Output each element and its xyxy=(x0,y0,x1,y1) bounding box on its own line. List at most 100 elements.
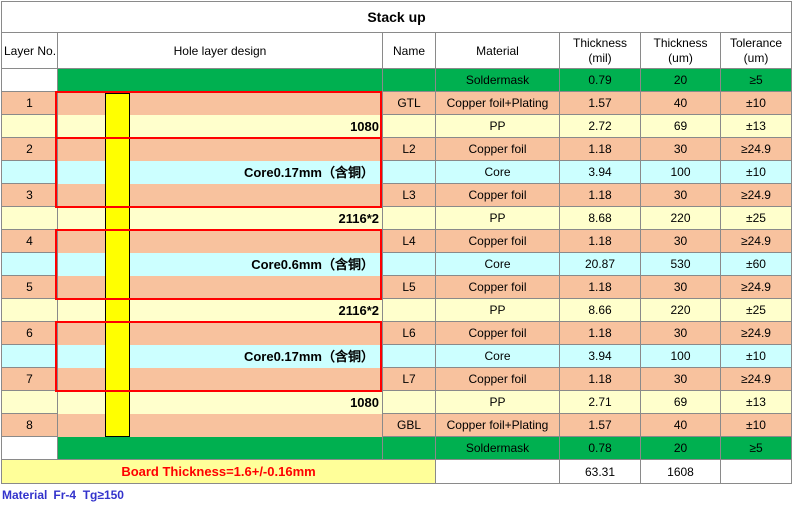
material-cell: Copper foil xyxy=(435,321,560,345)
layer-name-cell: L2 xyxy=(382,137,436,161)
thickness-mil-cell: 8.68 xyxy=(559,206,641,230)
table-row: Soldermask 0.79 20 ≥5 xyxy=(1,68,792,92)
layer-no-cell: 6 xyxy=(1,321,58,345)
thickness-um-cell: 69 xyxy=(640,390,721,414)
footer-blank xyxy=(435,459,560,484)
layer-no-cell: 4 xyxy=(1,229,58,253)
material-cell: Core xyxy=(435,160,560,184)
total-um: 1608 xyxy=(640,459,721,484)
table-row: 5 L5 Copper foil 1.18 30 ≥24.9 xyxy=(1,275,792,299)
thickness-um-cell: 69 xyxy=(640,114,721,138)
layer-no-cell: 8 xyxy=(1,413,58,437)
header-thickness-um: Thickness (um) xyxy=(640,32,721,69)
layer-name-cell: L7 xyxy=(382,367,436,391)
tolerance-cell: ±10 xyxy=(719,160,792,184)
thickness-um-cell: 220 xyxy=(640,206,721,230)
thickness-um-cell: 20 xyxy=(640,436,721,460)
table-row: 2116*2 PP 8.68 220 ±25 xyxy=(1,206,792,230)
layer-name-cell xyxy=(382,160,436,184)
layer-no-cell: 7 xyxy=(1,367,58,391)
tolerance-cell: ≥24.9 xyxy=(719,321,792,345)
total-mil: 63.31 xyxy=(559,459,641,484)
tolerance-cell: ≥24.9 xyxy=(719,275,792,299)
header-material: Material xyxy=(435,32,560,69)
layer-no-cell xyxy=(1,68,58,92)
layer-name-cell xyxy=(382,298,436,322)
hole-design-cell xyxy=(57,91,383,115)
material-note-label: Material xyxy=(2,488,48,502)
header-thickness-um-line1: Thickness xyxy=(653,36,708,50)
header-name: Name xyxy=(382,32,436,69)
header-thickness-um-line2: (um) xyxy=(668,51,693,65)
thickness-mil-cell: 1.18 xyxy=(559,137,641,161)
hole-design-cell xyxy=(57,275,383,299)
header-tolerance-line1: Tolerance xyxy=(730,36,783,50)
hole-design-cell: Core0.17mm（含铜） xyxy=(57,344,383,368)
thickness-um-cell: 30 xyxy=(640,367,721,391)
header-tolerance: Tolerance (um) xyxy=(719,32,792,69)
material-cell: PP xyxy=(435,114,560,138)
material-note-value: Fr-4 Tg≥150 xyxy=(53,488,124,502)
layer-no-cell: 3 xyxy=(1,183,58,207)
thickness-mil-cell: 1.18 xyxy=(559,321,641,345)
table-row: 2 L2 Copper foil 1.18 30 ≥24.9 xyxy=(1,137,792,161)
material-cell: Copper foil xyxy=(435,367,560,391)
table-row: 4 L4 Copper foil 1.18 30 ≥24.9 xyxy=(1,229,792,253)
thickness-um-cell: 40 xyxy=(640,91,721,115)
layer-no-cell: 1 xyxy=(1,91,58,115)
table-row: 1080 PP 2.71 69 ±13 xyxy=(1,390,792,414)
hole-design-cell: Core0.6mm（含铜） xyxy=(57,252,383,276)
table-row: 8 GBL Copper foil+Plating 1.57 40 ±10 xyxy=(1,413,792,437)
header-thickness-mil-line2: (mil) xyxy=(588,51,612,65)
layer-no-cell xyxy=(1,436,58,460)
thickness-mil-cell: 0.78 xyxy=(559,436,641,460)
material-cell: Copper foil+Plating xyxy=(435,413,560,437)
hole-design-cell: 1080 xyxy=(57,390,383,414)
thickness-um-cell: 20 xyxy=(640,68,721,92)
thickness-um-cell: 30 xyxy=(640,321,721,345)
layer-name-cell xyxy=(382,390,436,414)
header-tolerance-line2: (um) xyxy=(743,51,769,65)
hole-design-cell: 2116*2 xyxy=(57,206,383,230)
thickness-mil-cell: 1.18 xyxy=(559,367,641,391)
layer-name-cell xyxy=(382,344,436,368)
layer-name-cell xyxy=(382,252,436,276)
layer-name-cell: GTL xyxy=(382,91,436,115)
hole-design-cell: 1080 xyxy=(57,114,383,138)
hole-design-cell xyxy=(57,321,383,345)
table-row: 1 GTL Copper foil+Plating 1.57 40 ±10 xyxy=(1,91,792,115)
thickness-mil-cell: 1.57 xyxy=(559,91,641,115)
material-cell: Soldermask xyxy=(435,436,560,460)
table-row: 6 L6 Copper foil 1.18 30 ≥24.9 xyxy=(1,321,792,345)
hole-design-cell xyxy=(57,68,383,92)
thickness-mil-cell: 2.72 xyxy=(559,114,641,138)
tolerance-cell: ≥5 xyxy=(719,436,792,460)
hole-design-cell xyxy=(57,229,383,253)
tolerance-cell: ±13 xyxy=(719,390,792,414)
total-tolerance xyxy=(719,459,792,484)
hole-design-cell: Core0.17mm（含铜） xyxy=(57,160,383,184)
tolerance-cell: ±25 xyxy=(719,206,792,230)
thickness-um-cell: 30 xyxy=(640,275,721,299)
layer-name-cell: GBL xyxy=(382,413,436,437)
thickness-um-cell: 530 xyxy=(640,252,721,276)
tolerance-cell: ±10 xyxy=(719,91,792,115)
hole-design-cell xyxy=(57,137,383,161)
header-hole-design: Hole layer design xyxy=(57,32,383,69)
material-cell: Core xyxy=(435,252,560,276)
table-row: 7 L7 Copper foil 1.18 30 ≥24.9 xyxy=(1,367,792,391)
hole-design-cell: 2116*2 xyxy=(57,298,383,322)
material-cell: Copper foil xyxy=(435,275,560,299)
tolerance-cell: ≥5 xyxy=(719,68,792,92)
material-cell: Soldermask xyxy=(435,68,560,92)
thickness-mil-cell: 1.57 xyxy=(559,413,641,437)
thickness-mil-cell: 8.66 xyxy=(559,298,641,322)
material-cell: Copper foil+Plating xyxy=(435,91,560,115)
layer-no-cell xyxy=(1,114,58,138)
layer-name-cell: L5 xyxy=(382,275,436,299)
tolerance-cell: ±60 xyxy=(719,252,792,276)
board-thickness: Board Thickness=1.6+/-0.16mm xyxy=(1,459,436,484)
thickness-mil-cell: 2.71 xyxy=(559,390,641,414)
header-thickness-mil-line1: Thickness xyxy=(572,36,628,50)
layer-no-cell xyxy=(1,206,58,230)
